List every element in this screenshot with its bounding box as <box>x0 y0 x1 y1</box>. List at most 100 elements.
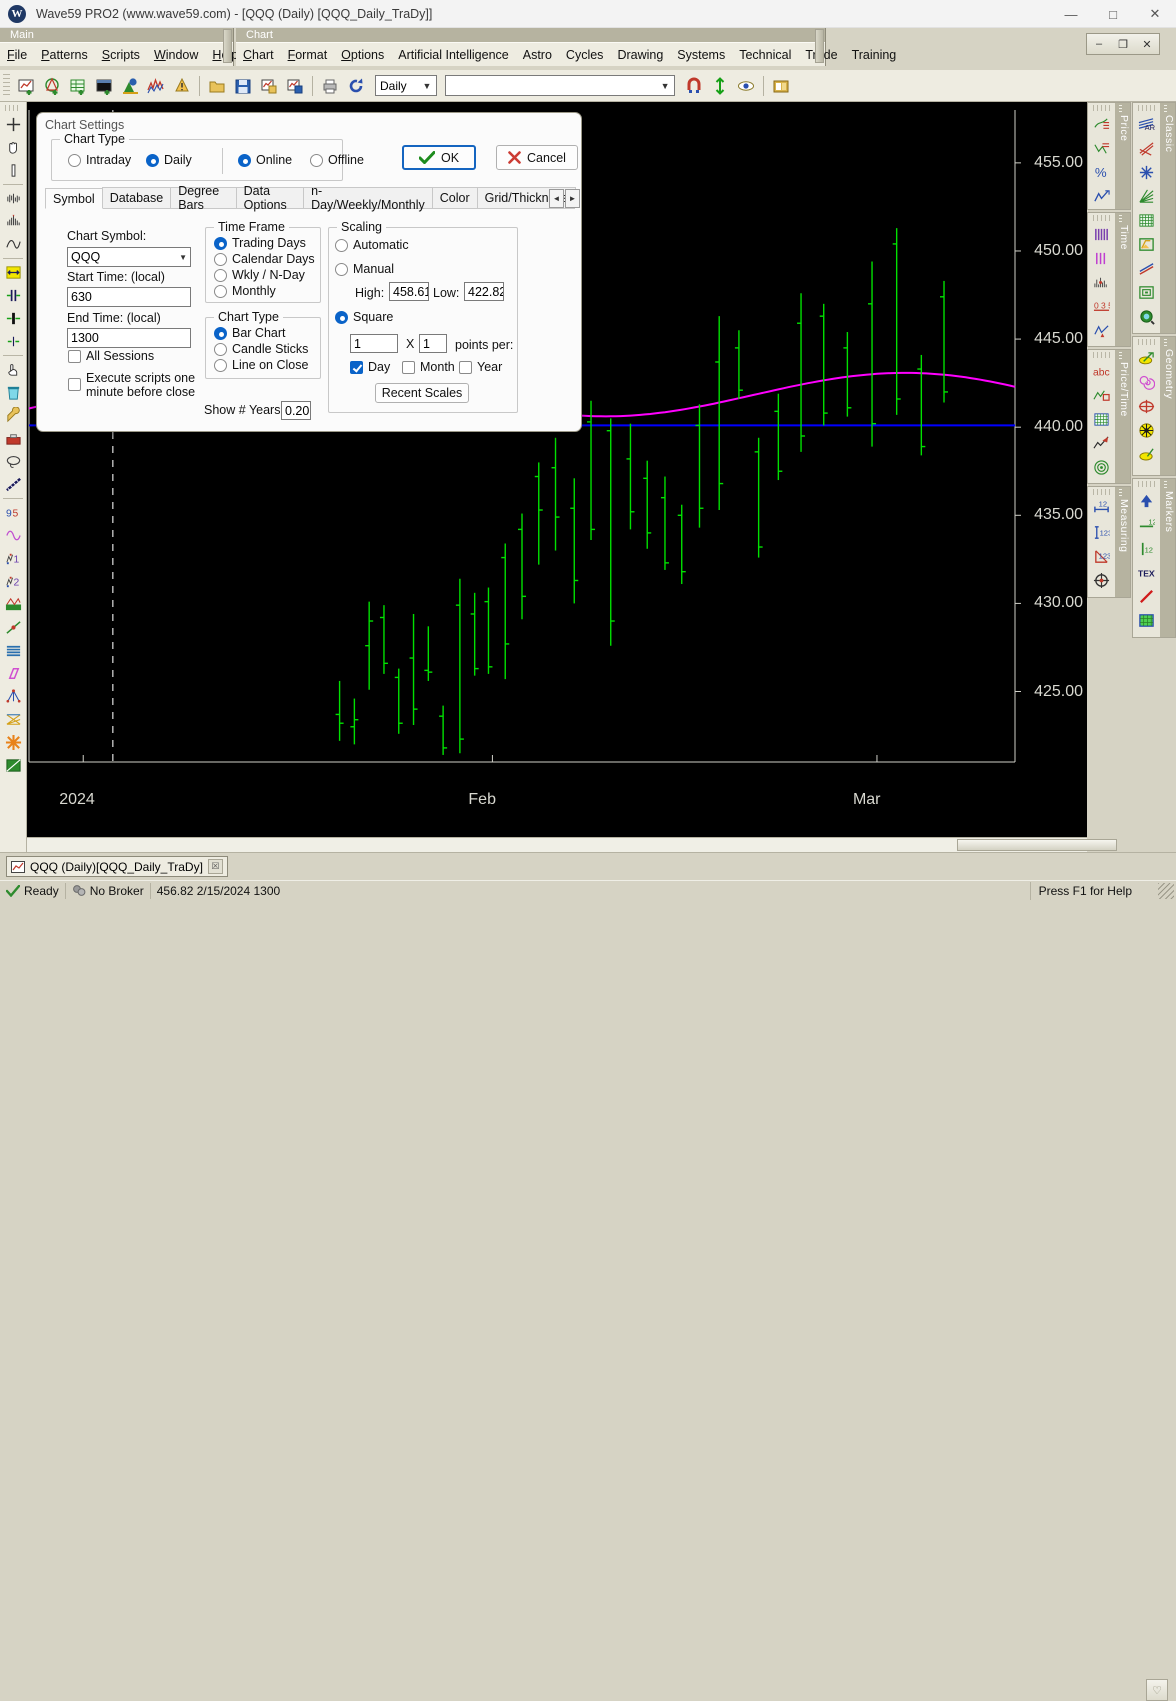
new-scan-button[interactable] <box>117 73 143 99</box>
menu-item-artificial-intelligence[interactable]: Artificial Intelligence <box>391 43 515 67</box>
grid-tool[interactable] <box>1090 407 1114 431</box>
dock-resize-grip[interactable] <box>223 29 232 63</box>
menu-item-drawing[interactable]: Drawing <box>610 43 670 67</box>
resize-grip[interactable] <box>1158 883 1174 899</box>
radio-offline[interactable]: Offline <box>310 153 364 167</box>
document-tab[interactable]: QQQ (Daily)[QQQ_Daily_TraDy] ☒ <box>6 856 228 877</box>
measure-vertical-tool[interactable]: 123 <box>1090 520 1114 544</box>
radio-monthly[interactable]: Monthly <box>214 284 276 298</box>
radio-manual-scaling[interactable]: Manual <box>335 262 394 276</box>
menu-item-format[interactable]: Format <box>281 43 335 67</box>
chart-settings-dialog[interactable]: Chart Settings Chart Type Intraday Daily… <box>36 112 582 432</box>
gann-wheel-tool[interactable] <box>1135 304 1159 328</box>
trendline-tool[interactable] <box>2 616 25 639</box>
open-folder-button[interactable] <box>204 73 230 99</box>
save-layout-button[interactable] <box>282 73 308 99</box>
arrow-marker-tool[interactable] <box>1135 488 1159 512</box>
toolbar-grip[interactable] <box>3 73 10 98</box>
alert-button[interactable] <box>169 73 195 99</box>
radio-online[interactable]: Online <box>238 153 292 167</box>
high-field[interactable]: 458.61 <box>389 282 429 301</box>
bar-peak-tool[interactable] <box>2 210 25 233</box>
refresh-button[interactable] <box>343 73 369 99</box>
measure-angle-tool[interactable]: 123 <box>1090 544 1114 568</box>
menu-item-window[interactable]: Window <box>147 43 205 67</box>
line-marker-tool[interactable] <box>1135 584 1159 608</box>
vertical-resize-button[interactable] <box>707 73 733 99</box>
radio-calendar-days[interactable]: Calendar Days <box>214 252 315 266</box>
gann-box-tool[interactable] <box>1135 232 1159 256</box>
menu-item-options[interactable]: Options <box>334 43 391 67</box>
spiral-tool[interactable] <box>1135 370 1159 394</box>
radio-intraday[interactable]: Intraday <box>68 153 131 167</box>
text-abc-tool[interactable]: abc <box>1090 359 1114 383</box>
crosshair-tool[interactable] <box>2 113 25 136</box>
menu-item-patterns[interactable]: Patterns <box>34 43 95 67</box>
new-chart-button[interactable] <box>13 73 39 99</box>
tab-symbol[interactable]: Symbol <box>45 188 103 209</box>
palette-grip[interactable] <box>1092 352 1111 358</box>
load-layout-button[interactable] <box>256 73 282 99</box>
horizontal-lines-tool[interactable] <box>2 639 25 662</box>
compress-bars-tool[interactable] <box>2 284 25 307</box>
drag-grip-icon[interactable] <box>1164 481 1167 490</box>
mdi-minimize-button[interactable]: – <box>1087 34 1111 54</box>
minimize-button[interactable]: — <box>1050 0 1092 28</box>
show-years-field[interactable]: 0.20 <box>281 401 311 420</box>
sine-wave-tool[interactable] <box>2 524 25 547</box>
drag-grip-icon[interactable] <box>1119 489 1122 498</box>
new-grid-button[interactable] <box>65 73 91 99</box>
radio-daily[interactable]: Daily <box>146 153 192 167</box>
radio-square-scaling[interactable]: Square <box>335 310 393 324</box>
maximize-button[interactable]: □ <box>1092 0 1134 28</box>
symbol-input[interactable]: ▼ <box>445 75 675 96</box>
wheel-tool[interactable] <box>1135 418 1159 442</box>
gann-fan-tool[interactable] <box>1135 160 1159 184</box>
tab-degree-bars[interactable]: Degree Bars <box>170 184 237 212</box>
gann-9-5-tool[interactable]: 95 <box>2 501 25 524</box>
new-astro-button[interactable] <box>39 73 65 99</box>
time-counts-tool[interactable]: 0 3 5 <box>1090 294 1114 318</box>
toolbar-grip[interactable] <box>5 105 21 111</box>
palette-grip[interactable] <box>1137 481 1156 487</box>
spiral-square-tool[interactable] <box>1135 280 1159 304</box>
compass-tool[interactable] <box>1090 568 1114 592</box>
palette-grip[interactable] <box>1137 339 1156 345</box>
wave-tool[interactable] <box>2 233 25 256</box>
fan-tool[interactable] <box>2 708 25 731</box>
drag-grip-icon[interactable] <box>1119 215 1122 224</box>
radio-automatic-scaling[interactable]: Automatic <box>335 238 409 252</box>
close-button[interactable]: ✕ <box>1134 0 1176 28</box>
menu-item-training[interactable]: Training <box>845 43 904 67</box>
drag-grip-icon[interactable] <box>1119 352 1122 361</box>
day-checkbox[interactable]: Day <box>350 360 390 374</box>
ellipse-arrow-tool[interactable] <box>1135 346 1159 370</box>
lasso-tool[interactable] <box>2 450 25 473</box>
menu-item-chart[interactable]: Chart <box>236 43 281 67</box>
square-x-field[interactable]: 1 <box>350 334 398 353</box>
drag-grip-icon[interactable] <box>1164 105 1167 114</box>
ellipse-tool[interactable] <box>1135 442 1159 466</box>
magnet-button[interactable] <box>681 73 707 99</box>
favorites-button[interactable]: ♡ <box>1146 1679 1168 1701</box>
grid-marker-tool[interactable] <box>1135 608 1159 632</box>
dock-resize-grip[interactable] <box>815 29 824 63</box>
menu-item-technical[interactable]: Technical <box>732 43 798 67</box>
month-checkbox[interactable]: Month <box>402 360 455 374</box>
palette-grip[interactable] <box>1092 489 1111 495</box>
palette-grip[interactable] <box>1137 105 1156 111</box>
shift-bars-tool[interactable] <box>2 307 25 330</box>
horizontal-label-tool[interactable]: 12 <box>1135 512 1159 536</box>
window-button[interactable] <box>768 73 794 99</box>
menu-item-scripts[interactable]: Scripts <box>95 43 147 67</box>
all-sessions-checkbox[interactable]: All Sessions <box>68 349 154 363</box>
cycle-rings-tool[interactable] <box>1090 455 1114 479</box>
delete-trash-tool[interactable] <box>2 381 25 404</box>
measure-span-tool[interactable]: 12 <box>1090 496 1114 520</box>
text-marker-tool[interactable]: TEXT <box>1135 560 1161 584</box>
parallel-channel-tool[interactable] <box>1135 256 1159 280</box>
circle-cross-tool[interactable] <box>1135 394 1159 418</box>
tab-data-options[interactable]: Data Options <box>235 184 305 212</box>
menu-item-cycles[interactable]: Cycles <box>559 43 611 67</box>
starburst-tool[interactable] <box>2 731 25 754</box>
